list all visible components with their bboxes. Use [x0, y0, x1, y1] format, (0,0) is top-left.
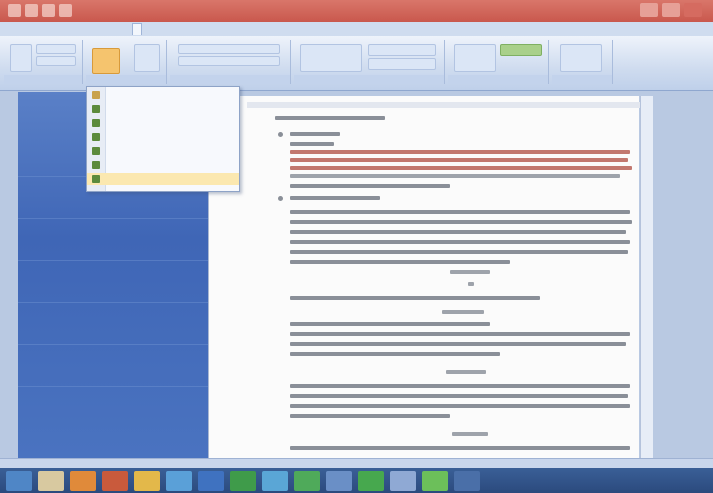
ribbon-group-label — [294, 75, 444, 84]
ribbon-group-label — [4, 75, 82, 84]
app-icon[interactable] — [326, 470, 352, 491]
menu-item[interactable] — [87, 117, 239, 129]
ribbon-tabs — [0, 22, 713, 36]
ribbon-group-start-mail-merge — [170, 40, 291, 84]
page-icon — [92, 91, 100, 99]
preview-results-button[interactable] — [454, 44, 496, 72]
app-icon[interactable] — [422, 470, 448, 491]
excel-icon[interactable] — [230, 470, 256, 491]
app-icon[interactable] — [390, 470, 416, 491]
vertical-scrollbar[interactable] — [640, 96, 653, 458]
excel-icon[interactable] — [358, 470, 384, 491]
menu-item[interactable] — [87, 89, 239, 101]
ribbon-group-label — [170, 75, 290, 84]
record-nav-button[interactable] — [500, 44, 542, 56]
highlight-fields-button[interactable] — [300, 44, 362, 72]
save-icon[interactable] — [8, 4, 21, 17]
tab-mailings[interactable] — [132, 23, 142, 35]
folder-icon[interactable] — [134, 470, 160, 491]
copy-button[interactable] — [36, 56, 76, 66]
recipients-button[interactable] — [178, 44, 280, 54]
envelopes-button[interactable] — [134, 44, 160, 72]
dropdown-menu — [86, 86, 240, 192]
undo-icon[interactable] — [25, 4, 38, 17]
chrome-icon[interactable] — [294, 470, 320, 491]
page-icon — [92, 161, 100, 169]
ribbon-group-label — [86, 75, 166, 84]
menu-item[interactable] — [87, 145, 239, 157]
start-icon[interactable] — [6, 470, 32, 491]
tab-view[interactable] — [182, 24, 190, 35]
redo-icon[interactable] — [42, 4, 55, 17]
ribbon-group-finish — [552, 40, 613, 84]
menu-item[interactable] — [87, 103, 239, 115]
cut-button[interactable] — [36, 44, 76, 54]
tab-references[interactable] — [108, 24, 116, 35]
paste-button[interactable] — [10, 44, 32, 72]
tab-insert[interactable] — [60, 24, 68, 35]
quick-access-toolbar — [8, 4, 94, 17]
ribbon-group-label — [552, 75, 612, 84]
explorer-icon[interactable] — [38, 470, 64, 491]
window-title — [380, 5, 530, 17]
ribbon-group-label — [448, 75, 548, 84]
edit-recipients-button[interactable] — [178, 56, 280, 66]
ribbon-group-clipboard — [4, 40, 83, 84]
menu-item[interactable] — [87, 159, 239, 171]
tab-review[interactable] — [158, 24, 166, 35]
media-icon[interactable] — [70, 470, 96, 491]
page-icon — [92, 119, 100, 127]
word-icon[interactable] — [198, 470, 224, 491]
skype-icon[interactable] — [262, 470, 288, 491]
page-icon — [92, 105, 100, 113]
tab-home[interactable] — [36, 24, 44, 35]
ribbon-group-write-insert-fields — [294, 40, 445, 84]
match-fields-button[interactable] — [368, 58, 436, 70]
finish-merge-button[interactable] — [560, 44, 602, 72]
tab-page-layout[interactable] — [84, 24, 92, 35]
start-mail-merge-button[interactable] — [92, 48, 120, 74]
taskbar — [0, 468, 713, 493]
title-bar — [0, 0, 713, 22]
app-icon[interactable] — [454, 470, 480, 491]
ruler — [247, 102, 640, 108]
page-icon — [92, 133, 100, 141]
ie-icon[interactable] — [166, 470, 192, 491]
print-icon[interactable] — [59, 4, 72, 17]
maximize-button[interactable] — [662, 3, 680, 17]
firefox-icon[interactable] — [102, 470, 128, 491]
ribbon-group-preview-results — [448, 40, 549, 84]
page-icon — [92, 175, 100, 183]
menu-item[interactable] — [87, 173, 239, 185]
close-button[interactable] — [684, 3, 702, 17]
minimize-button[interactable] — [640, 3, 658, 17]
rules-button[interactable] — [368, 44, 436, 56]
menu-item[interactable] — [87, 131, 239, 143]
page-icon — [92, 147, 100, 155]
